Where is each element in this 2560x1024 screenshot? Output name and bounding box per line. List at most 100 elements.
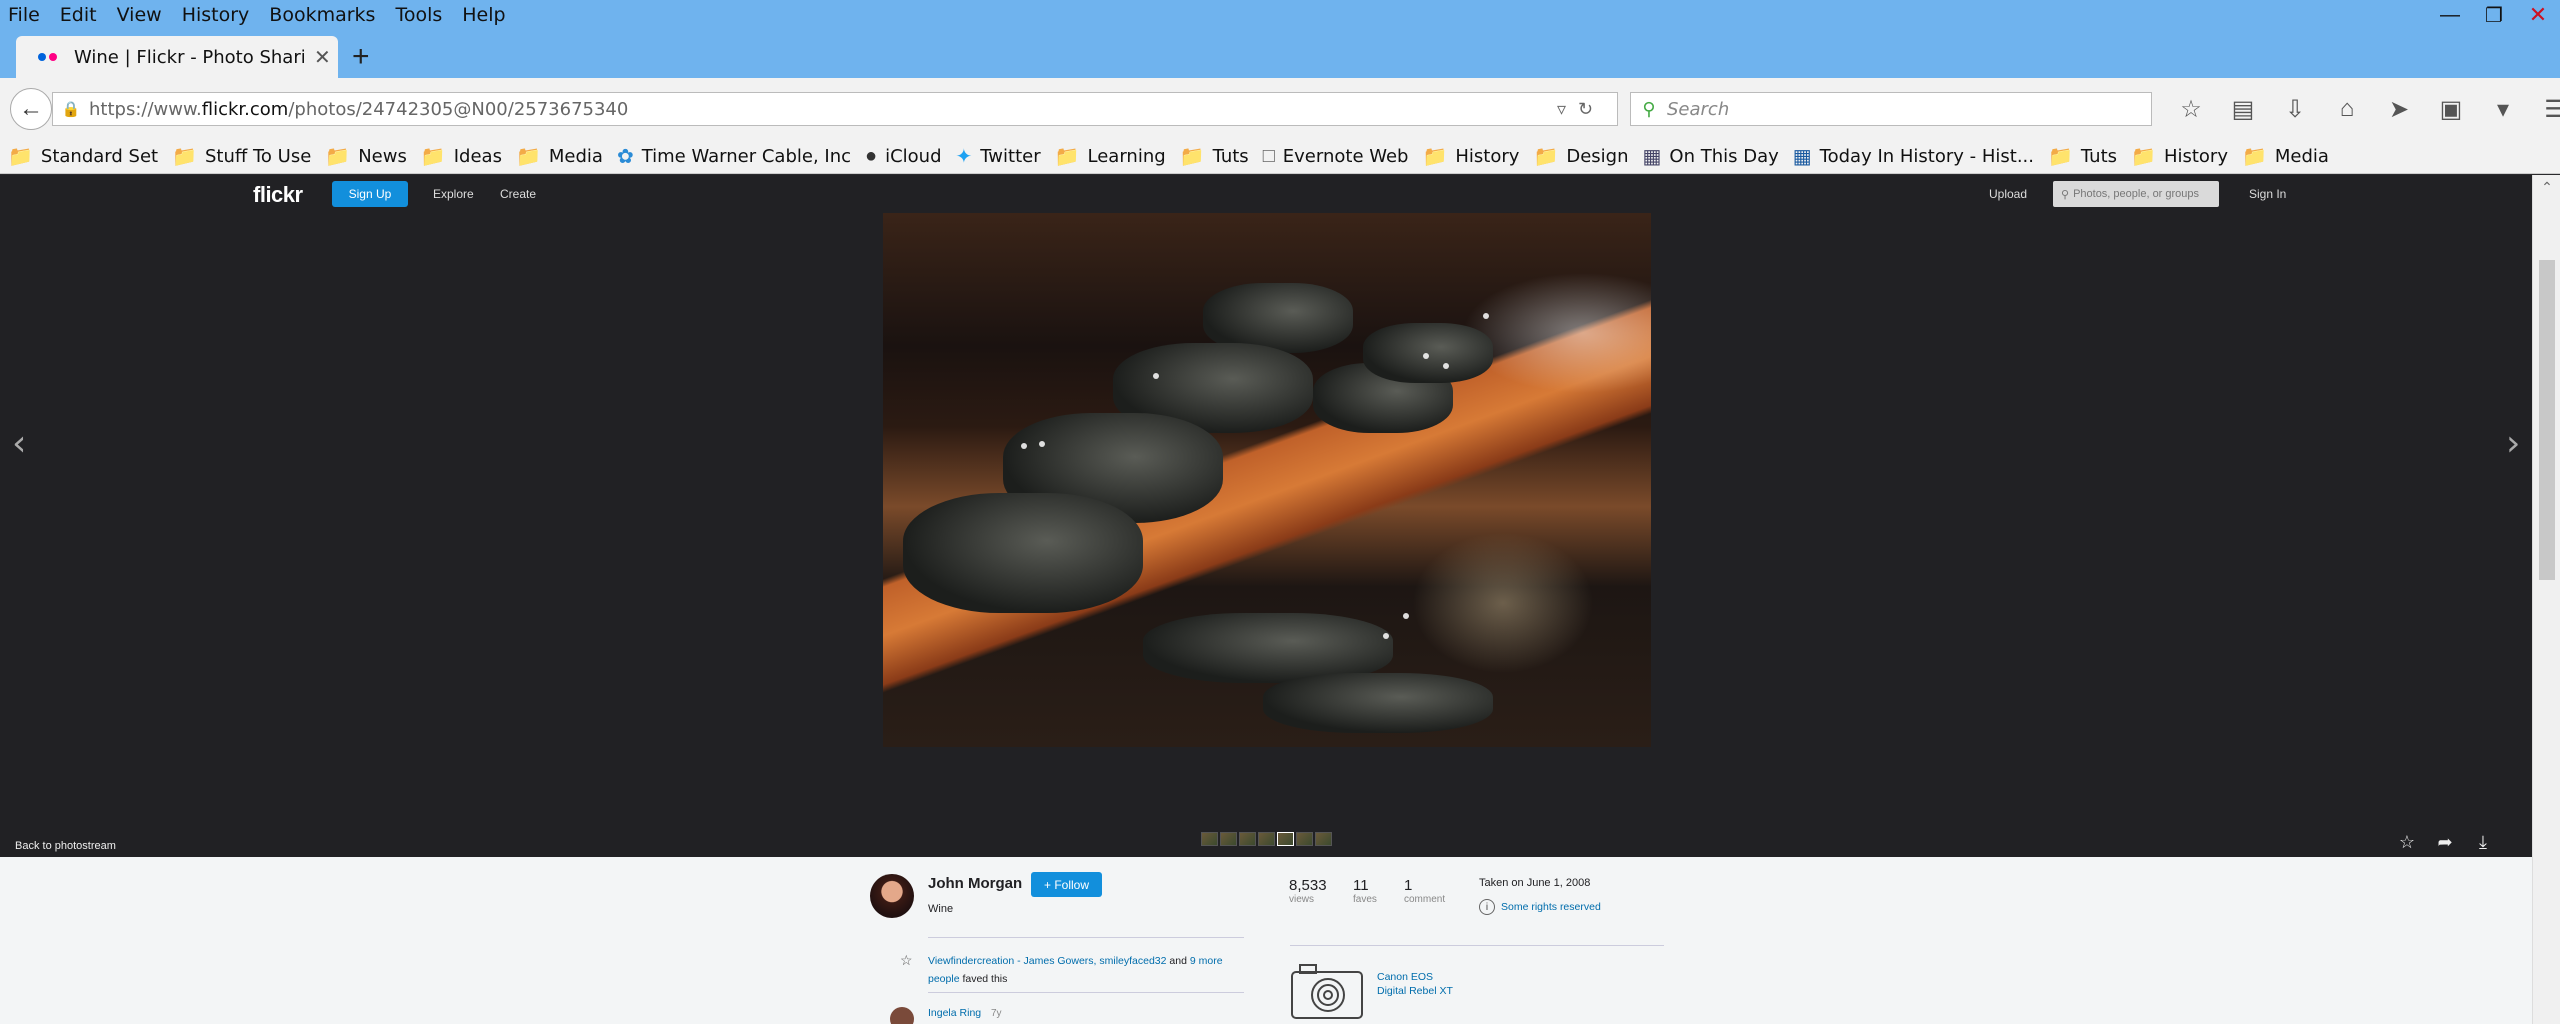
restore-icon[interactable]: ❐ [2472, 0, 2516, 30]
downloads-icon[interactable]: ⇩ [2269, 95, 2321, 124]
photo-actions: ☆ ➦ ⤓ [2398, 832, 2492, 853]
filmstrip-thumbnail[interactable] [1239, 832, 1256, 846]
owner-name[interactable]: John Morgan [928, 875, 1022, 892]
search-engine-icon[interactable]: ⚲ [1631, 99, 1667, 120]
folder-icon: 📁 [420, 146, 446, 168]
next-photo-icon[interactable]: › [2506, 423, 2520, 464]
faves-users-link[interactable]: Viewfindercreation - James Gowers, smile… [928, 955, 1167, 967]
menu-tools[interactable]: Tools [395, 4, 442, 26]
minimize-icon[interactable]: — [2428, 0, 2472, 30]
addon-icon[interactable]: ▣ [2425, 95, 2477, 124]
tab-close-icon[interactable]: ✕ [314, 45, 331, 70]
light-glint [1403, 613, 1409, 619]
faves-summary: Viewfindercreation - James Gowers, smile… [928, 952, 1238, 988]
menu-history[interactable]: History [182, 4, 250, 26]
hamburger-menu-icon[interactable]: ☰ [2529, 95, 2560, 124]
sign-in-link[interactable]: Sign In [2249, 187, 2286, 201]
divider [1290, 945, 1664, 946]
create-link[interactable]: Create [500, 187, 536, 201]
bookmark-item[interactable]: 📁 Learning [1055, 144, 1166, 169]
bookmark-item[interactable]: 📁 Tuts [1180, 144, 1249, 169]
search-placeholder: Photos, people, or groups [2073, 188, 2200, 200]
close-window-icon[interactable]: ✕ [2516, 0, 2560, 30]
bookmark-item[interactable]: 📁 Media [516, 144, 603, 169]
menu-help[interactable]: Help [462, 4, 505, 26]
explore-link[interactable]: Explore [433, 187, 474, 201]
folder-icon: 📁 [1054, 146, 1080, 168]
sign-up-button[interactable]: Sign Up [332, 181, 408, 207]
menu-file[interactable]: File [8, 4, 40, 26]
addon-dropdown-icon[interactable]: ▾ [2477, 95, 2529, 124]
search-bar[interactable]: ⚲ Search [1630, 92, 2152, 126]
menu-view[interactable]: View [117, 4, 162, 26]
bookmark-item[interactable]: 📁 Tuts [2048, 144, 2117, 169]
filmstrip-thumbnail[interactable] [1277, 832, 1294, 846]
fave-star-icon[interactable]: ☆ [2398, 832, 2416, 853]
filmstrip-thumbnail[interactable] [1220, 832, 1237, 846]
scrollbar-thumb[interactable] [2539, 260, 2555, 580]
photo-stage: ‹ › Back to photostream ☆ ➦ ⤓ [0, 213, 2532, 857]
dropdown-arrow-icon[interactable]: ▿ [1557, 99, 1566, 120]
twitter-icon: ✦ [955, 146, 973, 168]
upload-link[interactable]: Upload [1989, 187, 2027, 201]
folder-icon: 📁 [1533, 146, 1559, 168]
home-icon[interactable]: ⌂ [2321, 95, 2373, 123]
url-text[interactable]: https://www.flickr.com/photos/24742305@N… [89, 99, 1557, 120]
license-link[interactable]: Some rights reserved [1501, 901, 1601, 913]
filmstrip-thumbnail[interactable] [1258, 832, 1275, 846]
filmstrip-thumbnail[interactable] [1201, 832, 1218, 846]
camera-model-link[interactable]: Canon EOS Digital Rebel XT [1377, 970, 1467, 998]
scroll-up-icon[interactable]: ⌃ [2533, 179, 2560, 196]
search-icon: ⚲ [2061, 188, 2070, 201]
light-glint [1483, 313, 1489, 319]
bookmark-item[interactable]: 📁 Media [2242, 144, 2329, 169]
share-arrow-icon[interactable]: ➦ [2436, 832, 2454, 853]
filmstrip-thumbnail[interactable] [1315, 832, 1332, 846]
taken-date: Taken on June 1, 2008 [1479, 877, 1591, 889]
owner-avatar[interactable] [870, 874, 914, 918]
tab-strip: Wine | Flickr - Photo Shari... ✕ + [0, 30, 2560, 78]
menu-bookmarks[interactable]: Bookmarks [269, 4, 375, 26]
new-tab-icon[interactable]: + [352, 42, 370, 72]
back-arrow-icon[interactable]: ← [10, 88, 52, 130]
bookmark-item[interactable]: ✿ Time Warner Cable, Inc [617, 144, 851, 169]
bookmark-item[interactable]: 📁 Design [1533, 144, 1628, 169]
tab-active[interactable]: Wine | Flickr - Photo Shari... ✕ [16, 36, 338, 78]
download-icon[interactable]: ⤓ [2474, 832, 2492, 853]
reading-list-icon[interactable]: ▤ [2217, 95, 2269, 124]
bookmark-item[interactable]: ▦ On This Day [1643, 144, 1779, 169]
bookmark-item[interactable]: 📁 News [325, 144, 407, 169]
lock-icon: 🔒 [61, 101, 81, 118]
flickr-logo[interactable]: flickr [253, 182, 303, 208]
url-bar[interactable]: 🔒 https://www.flickr.com/photos/24742305… [52, 92, 1618, 126]
comment-author[interactable]: Ingela Ring [928, 1007, 981, 1019]
back-to-photostream-link[interactable]: Back to photostream [15, 840, 116, 852]
bookmark-item[interactable]: 📁 History [2131, 144, 2228, 169]
filmstrip-thumbnail[interactable] [1296, 832, 1313, 846]
main-photo[interactable] [883, 213, 1651, 747]
bookmark-item[interactable]: 📁 History [1422, 144, 1519, 169]
light-glint [1021, 443, 1027, 449]
bookmark-item[interactable]: 📁 Ideas [421, 144, 502, 169]
divider [928, 937, 1244, 938]
flickr-search-input[interactable]: ⚲ Photos, people, or groups [2053, 181, 2219, 207]
toolbar-icons: ☆ ▤ ⇩ ⌂ ➤ ▣ ▾ ☰ [2165, 92, 2560, 126]
site-icon: ▦ [1792, 146, 1812, 168]
commenter-avatar[interactable] [890, 1007, 914, 1024]
bookmark-star-icon[interactable]: ☆ [2165, 95, 2217, 124]
camera-icon [1291, 964, 1363, 1019]
previous-photo-icon[interactable]: ‹ [12, 423, 26, 464]
page-scrollbar[interactable]: ⌃ [2532, 175, 2560, 1024]
bookmark-item[interactable]: ✦ Twitter [956, 144, 1041, 169]
search-input[interactable]: Search [1667, 99, 1729, 120]
bookmark-item[interactable]: ▦ Today In History - Hist... [1793, 144, 2034, 169]
follow-button[interactable]: + Follow [1031, 872, 1102, 897]
menu-edit[interactable]: Edit [60, 4, 97, 26]
license: i Some rights reserved [1479, 899, 1601, 915]
bookmark-item[interactable]: ● iCloud [865, 145, 942, 168]
bookmark-item[interactable]: □ Evernote Web [1263, 145, 1409, 168]
bookmark-item[interactable]: 📁 Stuff To Use [172, 144, 311, 169]
bookmark-item[interactable]: 📁 Standard Set [8, 144, 158, 169]
share-icon[interactable]: ➤ [2373, 95, 2425, 124]
reload-icon[interactable]: ↻ [1578, 99, 1593, 120]
